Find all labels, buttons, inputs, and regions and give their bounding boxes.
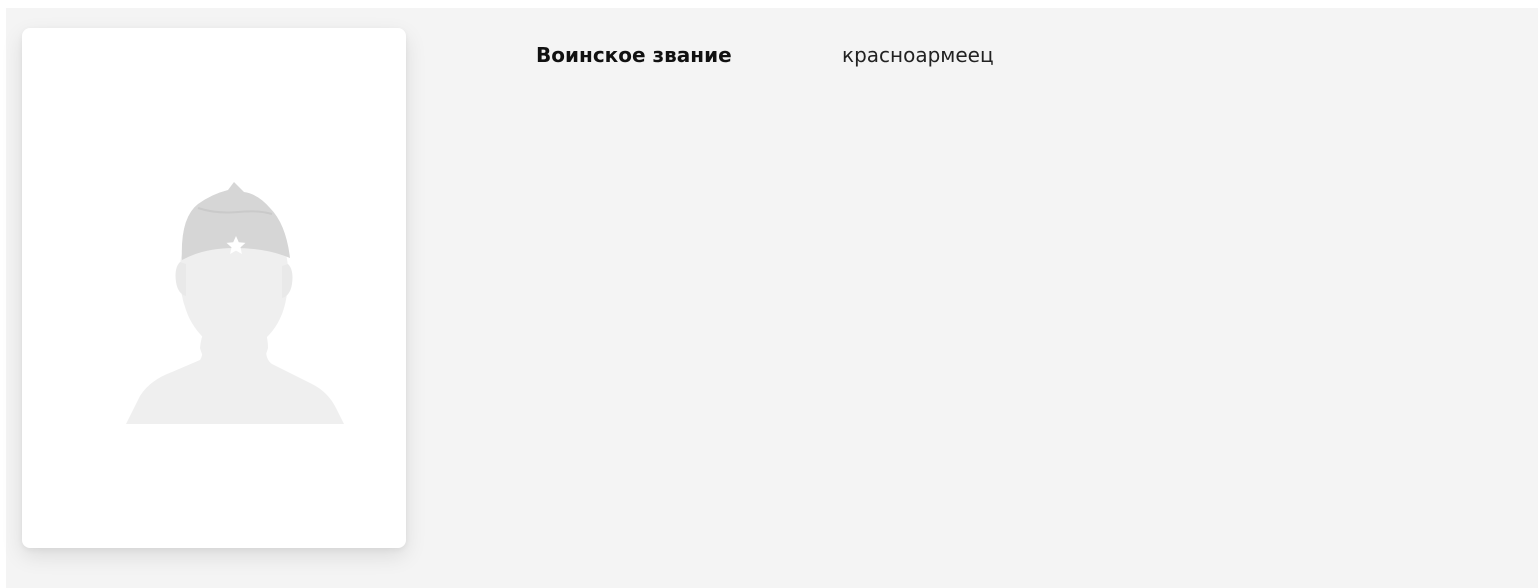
photo-card	[22, 28, 406, 548]
rank-label: Воинское звание	[536, 43, 732, 67]
rank-field-row: Воинское звание красноармеец	[536, 40, 994, 70]
soldier-silhouette-icon	[126, 182, 344, 424]
rank-value: красноармеец	[842, 43, 994, 67]
